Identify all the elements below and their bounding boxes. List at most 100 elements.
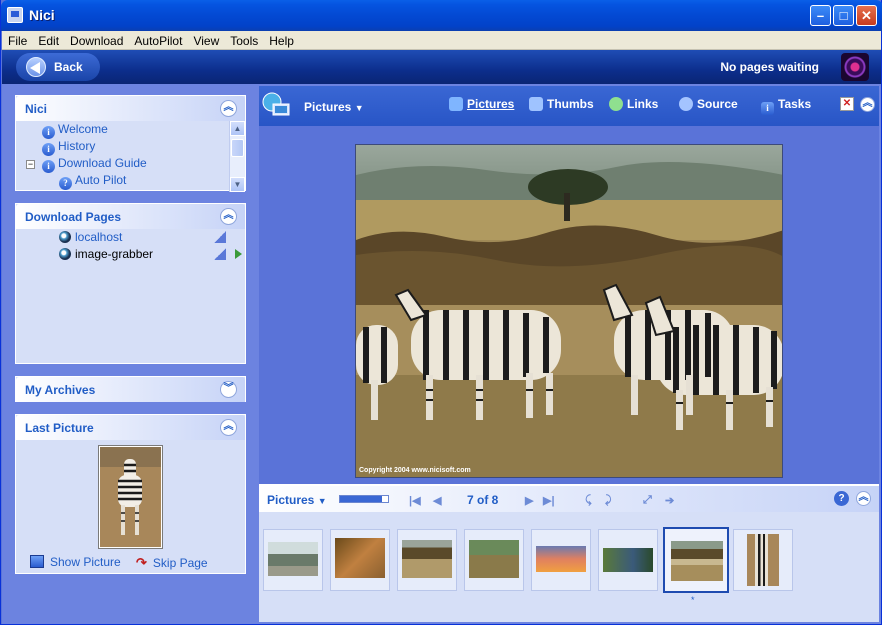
scroll-down-button[interactable]: ▼ <box>230 177 245 192</box>
menu-autopilot[interactable]: AutoPilot <box>128 31 187 48</box>
tab-pictures[interactable]: Pictures <box>449 97 514 111</box>
menu-download[interactable]: Download <box>64 31 128 48</box>
sidebar: Nici ︽ i Welcome i History − i Download Guid… <box>2 84 257 624</box>
close-button[interactable]: ✕ <box>856 5 877 26</box>
view-title-label: Pictures <box>304 100 352 114</box>
tab-label: Pictures <box>467 97 515 111</box>
download-page-localhost[interactable]: localhost <box>59 230 122 247</box>
back-button[interactable]: Back <box>16 53 100 81</box>
dropdown-caret-icon: ▼ <box>317 496 327 506</box>
sidebar-scrollbar[interactable]: ▲ ▼ <box>229 121 245 192</box>
collapse-chevron-icon[interactable]: ︽ <box>220 419 237 436</box>
help-icon[interactable]: ? <box>834 491 849 506</box>
title-bar[interactable]: Nici – □ ✕ <box>1 0 882 31</box>
info-icon: i <box>761 102 774 115</box>
skip-page-link[interactable]: ↷ Skip Page <box>136 555 208 572</box>
thumbnail-5[interactable] <box>531 529 591 591</box>
panel-header[interactable]: My Archives ︾ <box>16 377 245 402</box>
sidebar-item-label: History <box>58 139 96 153</box>
sidebar-item-history[interactable]: i History <box>42 139 95 156</box>
tab-links[interactable]: Links <box>609 97 658 111</box>
tab-label: Links <box>627 97 659 111</box>
thumbnail-2[interactable] <box>330 529 390 591</box>
collapse-chevron-icon[interactable]: ︽ <box>860 97 875 112</box>
download-page-image-grabber[interactable]: image-grabber <box>59 247 153 264</box>
strip-title[interactable]: Pictures ▼ <box>267 493 327 507</box>
thumbnail-image <box>603 548 653 572</box>
panel-title: Nici <box>25 102 48 116</box>
panel-header[interactable]: Download Pages ︽ <box>16 204 245 229</box>
monitor-icon <box>449 97 463 111</box>
main-picture[interactable]: Copyright 2004 www.nicisoft.com <box>355 144 783 478</box>
thumbnail-4[interactable] <box>464 529 524 591</box>
thumbnail-6[interactable] <box>598 529 658 591</box>
download-page-label: localhost <box>75 230 123 244</box>
strip-title-label: Pictures <box>267 493 315 507</box>
thumbnail-image <box>747 534 779 586</box>
menu-tools[interactable]: Tools <box>224 31 263 48</box>
menu-view[interactable]: View <box>187 31 224 48</box>
monitor-icon <box>30 555 44 568</box>
rotate-left-icon[interactable]: ⤹ <box>585 494 592 507</box>
thumbnail-image <box>268 542 318 576</box>
page-globe-icon <box>59 231 71 243</box>
thumbnail-1[interactable] <box>263 529 323 591</box>
thumbnail-3[interactable] <box>397 529 457 591</box>
scroll-thumb[interactable] <box>231 139 244 157</box>
show-picture-link[interactable]: Show Picture <box>30 555 121 572</box>
app-window: Nici – □ ✕ File Edit Download AutoPilot View… <box>0 0 882 625</box>
zoom-fit-icon[interactable]: ⤢ <box>643 494 652 507</box>
panel-header[interactable]: Last Picture ︽ <box>16 415 245 440</box>
panel-header[interactable]: Nici ︽ <box>16 96 245 121</box>
skip-page-label: Skip Page <box>152 556 208 570</box>
source-icon <box>679 97 693 111</box>
panel-my-archives: My Archives ︾ <box>15 376 246 402</box>
back-label: Back <box>54 60 83 74</box>
main-view: Pictures ▼ Pictures Thumbs Links Source … <box>257 84 881 624</box>
collapse-chevron-icon[interactable]: ︽ <box>220 208 237 225</box>
panel-title: My Archives <box>25 383 96 397</box>
page-status-icon <box>214 231 226 243</box>
thumbnail-7-selected[interactable] <box>663 527 729 593</box>
sidebar-item-download-guide[interactable]: − i Download Guide <box>26 156 147 173</box>
sidebar-item-auto-pilot[interactable]: ? Auto Pilot <box>59 173 126 190</box>
panel-download-pages: Download Pages ︽ localhost image-grabber <box>15 203 246 364</box>
expand-chevron-icon[interactable]: ︾ <box>220 381 237 398</box>
links-icon <box>609 97 623 111</box>
info-icon: i <box>42 126 55 139</box>
zebra-herd-image <box>356 145 782 477</box>
expander-icon[interactable]: − <box>26 160 35 169</box>
scroll-up-button[interactable]: ▲ <box>230 121 245 136</box>
window-title: Nici <box>29 7 55 23</box>
collapse-chevron-icon[interactable]: ︽ <box>856 491 871 506</box>
sidebar-item-welcome[interactable]: i Welcome <box>42 122 108 139</box>
tab-thumbs[interactable]: Thumbs <box>529 97 594 111</box>
menu-help[interactable]: Help <box>263 31 299 48</box>
strip-toolbar: Pictures ▼ |◀ ◀ 7 of 8 ▶ ▶| ⤹ ⤸ ⤢ ➔ ? ︽ <box>259 486 879 512</box>
download-progress <box>339 495 389 503</box>
rotate-right-icon[interactable]: ⤸ <box>605 494 612 507</box>
thumbnail-8[interactable] <box>733 529 793 591</box>
zebra-image <box>100 447 161 547</box>
minimize-button[interactable]: – <box>810 5 831 26</box>
tab-tasks[interactable]: i Tasks <box>761 97 811 115</box>
tab-source[interactable]: Source <box>679 97 738 111</box>
next-picture-icon[interactable]: ▶ <box>525 494 533 507</box>
first-picture-icon[interactable]: |◀ <box>409 494 421 507</box>
thumbs-icon <box>529 97 543 111</box>
view-title[interactable]: Pictures ▼ <box>304 100 364 114</box>
download-page-label: image-grabber <box>75 247 154 261</box>
collapse-chevron-icon[interactable]: ︽ <box>220 100 237 117</box>
thumbnail-image <box>335 538 385 578</box>
menu-file[interactable]: File <box>2 31 32 48</box>
previous-picture-icon[interactable]: ◀ <box>433 494 441 507</box>
last-picture-icon[interactable]: ▶| <box>543 494 555 507</box>
navigation-bar: Back No pages waiting <box>2 50 881 84</box>
forward-icon[interactable]: ➔ <box>665 494 674 507</box>
panel-last-picture: Last Picture ︽ Show Picture ↷ Skip Page <box>15 414 246 574</box>
last-picture-thumbnail[interactable] <box>98 445 163 549</box>
menu-edit[interactable]: Edit <box>32 31 64 48</box>
fullscreen-icon[interactable]: ✕ <box>840 97 854 111</box>
tab-label: Thumbs <box>547 97 594 111</box>
maximize-button[interactable]: □ <box>833 5 854 26</box>
